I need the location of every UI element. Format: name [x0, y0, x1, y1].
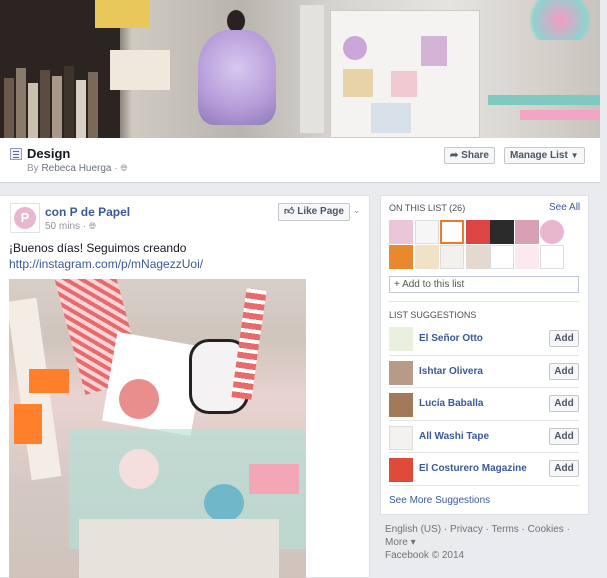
see-all-link[interactable]: See All — [549, 202, 580, 213]
member-thumb[interactable] — [490, 245, 514, 269]
dot-separator: · — [82, 221, 87, 232]
caret-down-icon: ▼ — [570, 151, 579, 160]
like-page-button[interactable]: 👍︎ Like Page — [278, 203, 350, 221]
list-title[interactable]: Design — [27, 146, 70, 161]
member-thumb[interactable] — [515, 220, 539, 244]
member-thumb[interactable] — [389, 245, 413, 269]
suggestion-thumb[interactable] — [389, 327, 413, 351]
divider — [389, 485, 579, 486]
list-suggestions-heading: LIST SUGGESTIONS — [389, 310, 477, 320]
member-thumb[interactable] — [440, 220, 464, 244]
globe-icon: 🌐︎ — [88, 221, 97, 231]
like-page-label: Like Page — [297, 206, 344, 217]
suggestion-name[interactable]: El Señor Otto — [419, 333, 483, 344]
post-options-chevron-icon[interactable]: ⌄ — [353, 205, 361, 216]
suggestion-thumb[interactable] — [389, 458, 413, 482]
member-thumb[interactable] — [415, 220, 439, 244]
post-page-name[interactable]: con P de Papel — [45, 205, 130, 219]
divider — [389, 355, 579, 356]
divider — [389, 301, 579, 302]
suggestion-name[interactable]: Ishtar Olivera — [419, 366, 483, 377]
cover-figure-head — [227, 10, 245, 32]
p-logo-icon: P — [14, 207, 36, 229]
add-suggestion-button[interactable]: Add — [549, 330, 579, 347]
thumbs-up-icon: 👍︎ — [284, 206, 295, 217]
list-byline: By Rebeca Huerga · 🌐︎ — [27, 163, 128, 174]
cover-photo — [0, 0, 600, 138]
page-avatar[interactable]: P — [10, 203, 40, 233]
footer-link-more[interactable]: More — [385, 537, 408, 548]
member-thumb[interactable] — [466, 245, 490, 269]
cover-inspiration-board — [330, 10, 480, 138]
footer-copyright: Facebook © 2014 — [385, 550, 465, 561]
divider — [389, 452, 579, 453]
suggestion-thumb[interactable] — [389, 361, 413, 385]
post-time-text: 50 mins — [45, 221, 81, 232]
footer: English (US) · Privacy · Terms · Cookies… — [385, 524, 570, 561]
member-thumb[interactable] — [515, 245, 539, 269]
member-thumb[interactable] — [540, 245, 564, 269]
member-thumb[interactable] — [415, 245, 439, 269]
add-suggestion-button[interactable]: Add — [549, 460, 579, 477]
member-thumb[interactable] — [490, 220, 514, 244]
member-thumb[interactable] — [540, 220, 564, 244]
post-photo[interactable] — [9, 279, 306, 578]
suggestion-thumb[interactable] — [389, 426, 413, 450]
on-this-list-heading: ON THIS LIST (26) — [389, 203, 466, 213]
globe-icon: 🌐︎ — [120, 163, 128, 173]
cover-dress — [198, 30, 276, 125]
share-label: Share — [461, 150, 489, 161]
see-more-suggestions-link[interactable]: See More Suggestions — [389, 495, 490, 506]
share-button[interactable]: ➦ Share — [444, 147, 495, 164]
post-link[interactable]: http://instagram.com/p/mNagezzUoi/ — [9, 257, 203, 271]
divider — [389, 387, 579, 388]
footer-link-privacy[interactable]: Privacy — [450, 524, 483, 535]
post-timestamp[interactable]: 50 mins · 🌐︎ — [45, 221, 96, 232]
add-suggestion-button[interactable]: Add — [549, 428, 579, 445]
suggestion-name[interactable]: All Washi Tape — [419, 431, 489, 442]
author-link[interactable]: Rebeca Huerga — [41, 163, 111, 174]
post-text: ¡Buenos días! Seguimos creando — [9, 241, 187, 255]
dot-separator: · — [114, 163, 118, 174]
share-arrow-icon: ➦ — [450, 150, 459, 161]
suggestion-name[interactable]: El Costurero Magazine — [419, 463, 527, 474]
byline-prefix: By — [27, 163, 39, 174]
footer-link-cookies[interactable]: Cookies — [528, 524, 564, 535]
add-suggestion-button[interactable]: Add — [549, 363, 579, 380]
add-suggestion-button[interactable]: Add — [549, 395, 579, 412]
footer-link-language[interactable]: English (US) — [385, 524, 441, 535]
suggestion-name[interactable]: Lucía Baballa — [419, 398, 483, 409]
suggestion-thumb[interactable] — [389, 393, 413, 417]
manage-list-label: Manage List — [510, 150, 568, 161]
manage-list-button[interactable]: Manage List ▼ — [504, 147, 585, 164]
member-thumb[interactable] — [440, 245, 464, 269]
add-to-list-input[interactable]: + Add to this list — [389, 276, 579, 293]
member-thumb[interactable] — [389, 220, 413, 244]
divider — [389, 420, 579, 421]
list-icon — [10, 148, 22, 160]
footer-link-terms[interactable]: Terms — [492, 524, 519, 535]
member-thumb[interactable] — [466, 220, 490, 244]
